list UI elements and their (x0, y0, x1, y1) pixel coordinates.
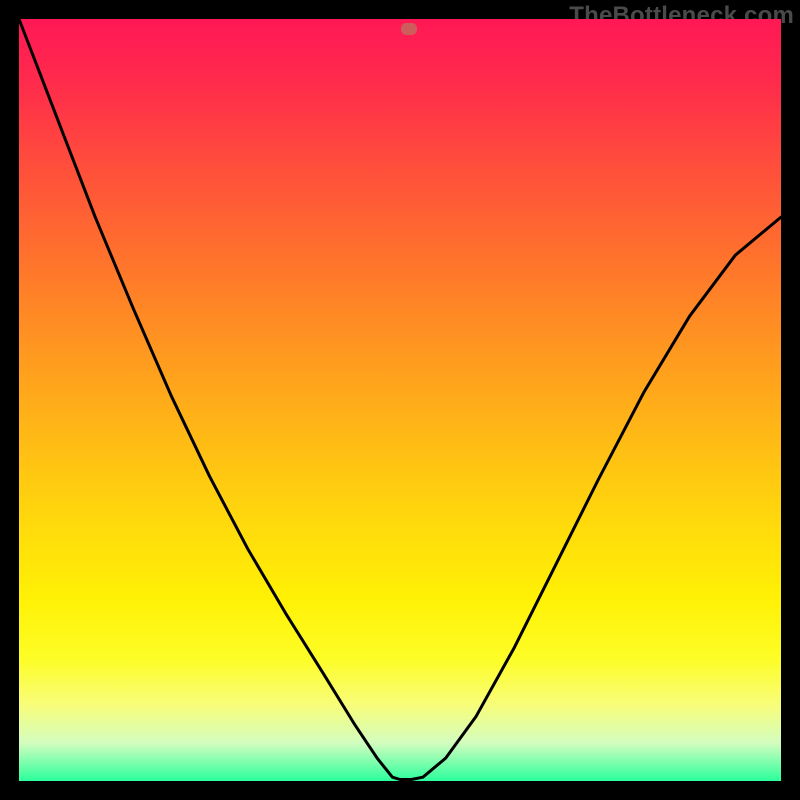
chart-frame: TheBottleneck.com (0, 0, 800, 800)
marker-dot (401, 23, 417, 35)
plot-area (19, 19, 781, 781)
bottleneck-curve (19, 19, 781, 781)
